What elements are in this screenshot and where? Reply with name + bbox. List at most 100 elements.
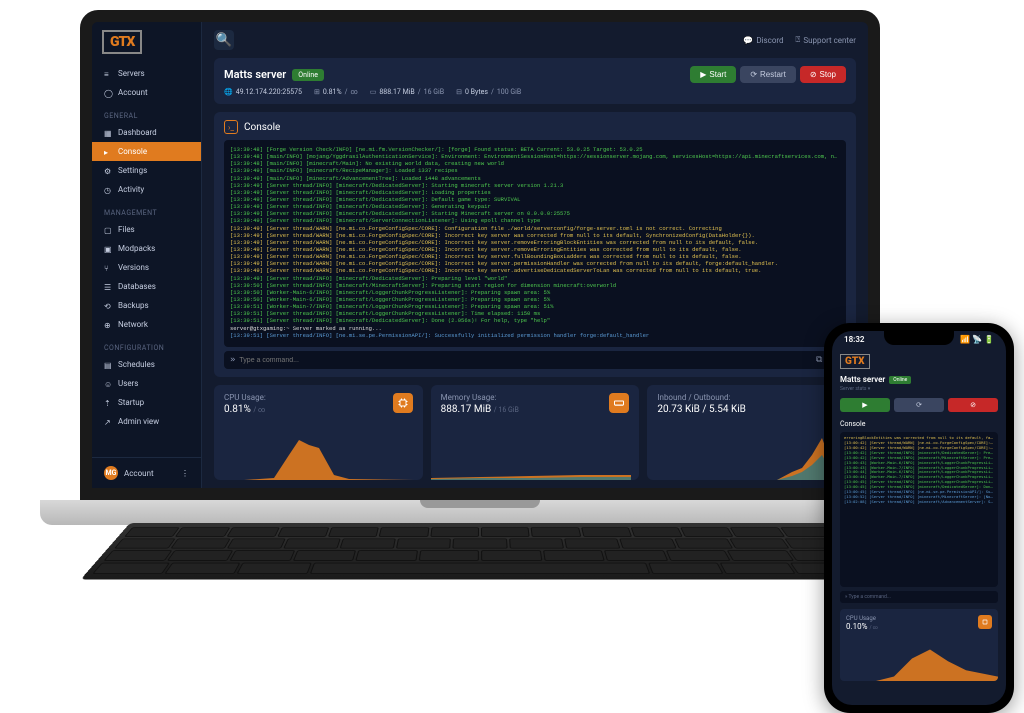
database-icon: ☰ [104, 283, 112, 291]
nav-modpacks[interactable]: ▣ Modpacks [92, 239, 201, 258]
nav-versions[interactable]: ⑂Versions [92, 258, 201, 277]
phone-placeholder: Type a command... [849, 594, 891, 600]
console-card: ›_ Console [13:39:48] [Forge Version Che… [214, 112, 856, 377]
nav-label: Servers [118, 69, 145, 78]
phone-substat[interactable]: Server stats ▾ [840, 386, 998, 392]
phone-metric-label: CPU Usage [846, 615, 992, 622]
nav-settings[interactable]: ⚙ Settings [92, 161, 201, 180]
stop-button[interactable]: ⊘Stop [800, 66, 846, 83]
phone-start-button[interactable]: ▶ [840, 398, 890, 412]
stat-value: 0.81% [323, 88, 342, 96]
restart-button[interactable]: ⟳Restart [740, 66, 796, 83]
phone-server-name: Matts server [840, 375, 885, 384]
nav-startup[interactable]: ⇡Startup [92, 393, 201, 412]
users-icon: ☺ [104, 380, 112, 388]
nav-label: Databases [118, 282, 156, 291]
nav-dashboard[interactable]: ▦Dashboard [92, 123, 201, 142]
metric-max: 16 GiB [498, 406, 518, 414]
backup-icon: ⟲ [104, 302, 112, 310]
metric-max: ∞ [258, 406, 265, 414]
nav-account-top[interactable]: ◯Account [92, 83, 201, 102]
eye-icon: ↗ [104, 418, 112, 426]
terminal-icon: ▸ [104, 148, 112, 156]
folder-icon: ▢ [104, 226, 112, 234]
nav-activity[interactable]: ◷Activity [92, 180, 201, 199]
phone-console-input[interactable]: » Type a command... [840, 591, 998, 603]
nav-files[interactable]: ▢ Files [92, 220, 201, 239]
server-title: Matts server Online [224, 68, 324, 81]
metric-label: Memory Usage: [441, 393, 630, 402]
discord-icon: 💬 [743, 36, 753, 45]
nav-label: Account [118, 88, 148, 97]
logo-part1: GT [110, 34, 126, 50]
discord-link[interactable]: 💬Discord [743, 35, 783, 45]
cpu-icon [393, 393, 413, 413]
terminal-icon: ›_ [224, 120, 238, 134]
stop-icon: ⊘ [970, 401, 976, 409]
phone-stop-button[interactable]: ⊘ [948, 398, 998, 412]
gear-icon: ⚙ [104, 167, 112, 175]
logo: GTX [92, 22, 201, 62]
nav-network[interactable]: ⊕Network [92, 315, 201, 334]
nav-label: Backups [118, 301, 149, 310]
console-output[interactable]: [13:39:48] [Forge Version Check/INFO] [n… [224, 140, 846, 347]
nav-backups[interactable]: ⟲ Backups [92, 296, 201, 315]
search-icon: 🔍 [216, 32, 233, 48]
main: 🔍 💬Discord ⍰Support center Matts server … [202, 22, 868, 488]
nav-databases[interactable]: ☰ Databases [92, 277, 201, 296]
activity-icon: ◷ [104, 186, 112, 194]
console-input[interactable] [239, 357, 812, 364]
nav-console[interactable]: ▸Console [92, 142, 201, 161]
btn-label: Stop [820, 70, 836, 79]
phone-console-output[interactable]: erroringBlockEntities was corrected from… [840, 432, 998, 587]
phone-restart-button[interactable]: ⟳ [894, 398, 944, 412]
nav-label: Network [118, 320, 148, 329]
server-stats: 🌐49.12.174.220:25575 ⊞0.81% / ∞ ▭888.17 … [224, 88, 846, 96]
nav-label: Versions [118, 263, 149, 272]
search-button[interactable]: 🔍 [214, 30, 234, 50]
nav-heading: Configuration [92, 338, 201, 355]
cpu-chart [214, 430, 414, 480]
metric-value: 0.81% [224, 404, 251, 415]
metric-cpu: CPU Usage: 0.81% / ∞ [214, 385, 423, 480]
phone-time: 18:32 [844, 335, 864, 344]
help-icon: ⍰ [796, 35, 801, 45]
btn-label: Restart [760, 70, 786, 79]
laptop-mockup: GTX ≡Servers ◯Account General ▦Dashboard… [80, 10, 880, 593]
stat-value: 0 Bytes [465, 88, 488, 96]
phone-logo: GTX [840, 354, 870, 369]
play-icon: ▶ [862, 401, 867, 409]
net-chart [647, 430, 847, 480]
nav-label: Schedules [118, 360, 155, 369]
nav-heading: Management [92, 203, 201, 220]
nav-admin-view[interactable]: ↗Admin view [92, 412, 201, 431]
nav-servers[interactable]: ≡Servers [92, 64, 201, 83]
calendar-icon: ▤ [104, 361, 112, 369]
phone-status-icons: 📶 📡 🔋 [960, 335, 994, 344]
phone-server-row: Matts server Online [840, 375, 998, 384]
nav-label: Settings [118, 166, 147, 175]
nav-users[interactable]: ☺ Users [92, 374, 201, 393]
nav-label: Files [118, 225, 135, 234]
play-icon: ▶ [700, 70, 706, 79]
console-header: ›_ Console [224, 120, 846, 134]
phone-cpu-chart [840, 645, 998, 681]
phone-status-badge: Online [889, 376, 911, 384]
cpu-icon: ⊞ [314, 88, 320, 96]
laptop-base [40, 500, 920, 525]
memory-icon [609, 393, 629, 413]
more-icon[interactable]: ⋮ [181, 469, 189, 478]
nav-schedules[interactable]: ▤ Schedules [92, 355, 201, 374]
support-link[interactable]: ⍰Support center [796, 35, 856, 45]
box-icon: ▣ [104, 245, 112, 253]
phone-actions: ▶ ⟳ ⊘ [840, 398, 998, 412]
stat-max: 16 GiB [424, 88, 444, 96]
nav-label: Modpacks [118, 244, 155, 253]
stat-value: 888.17 MiB [379, 88, 414, 96]
nav-label: Users [118, 379, 138, 388]
start-button[interactable]: ▶Start [690, 66, 736, 83]
signal-icon: 📶 [960, 335, 970, 344]
link-label: Support center [803, 36, 856, 45]
memory-icon: ▭ [370, 88, 377, 96]
account-footer[interactable]: MG Account ⋮ [92, 457, 201, 488]
